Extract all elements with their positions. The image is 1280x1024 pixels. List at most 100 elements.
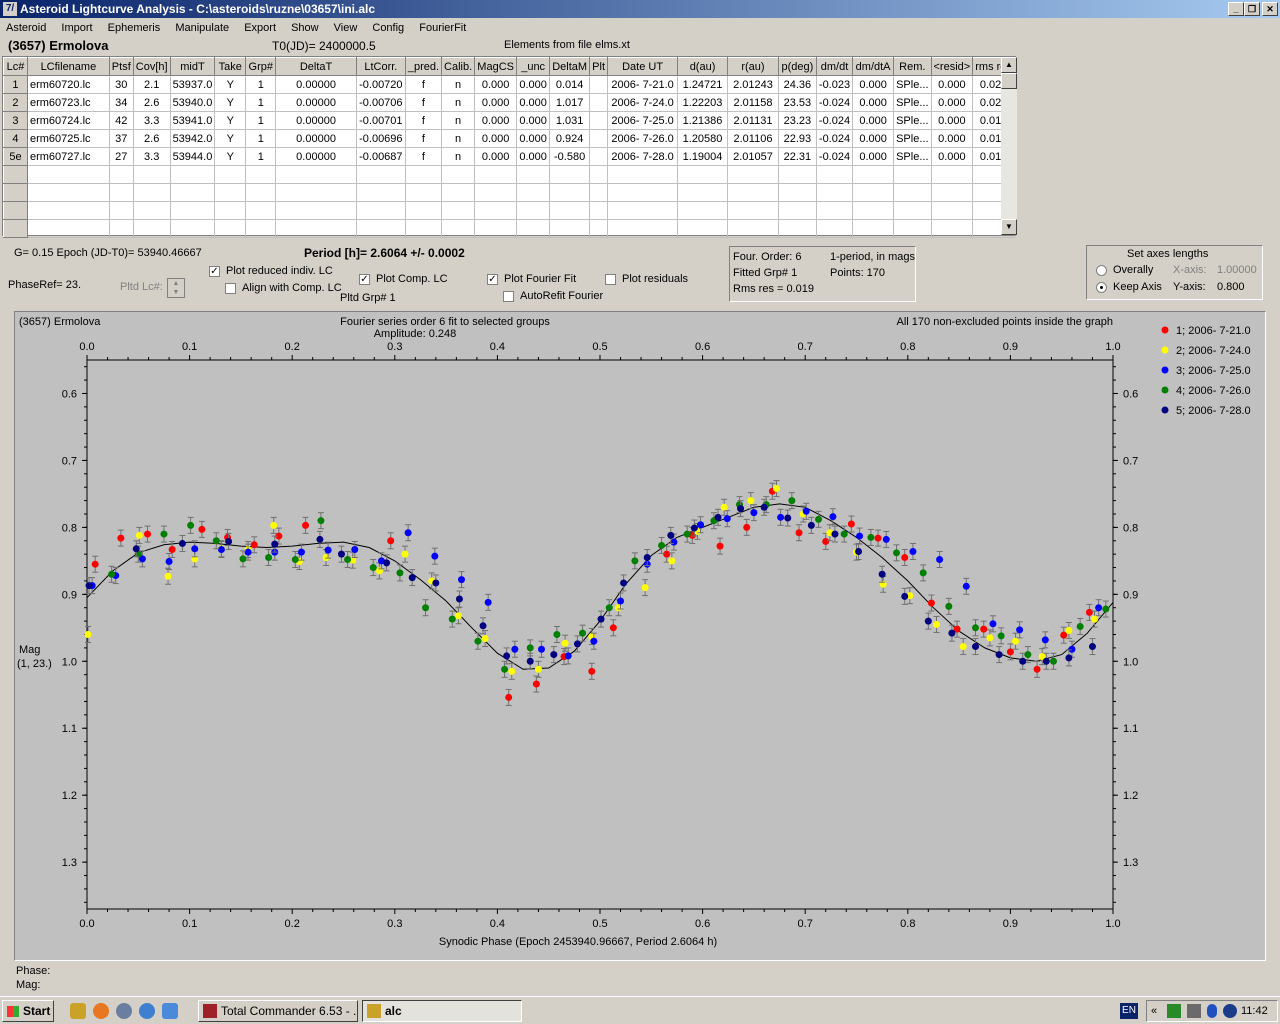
table-cell[interactable]: 0.00000 xyxy=(275,111,357,130)
table-cell[interactable]: 53941.0 xyxy=(169,111,216,130)
table-cell[interactable] xyxy=(355,201,406,220)
table-cell[interactable] xyxy=(727,165,779,184)
table-cell[interactable]: Y xyxy=(214,129,247,148)
pltd-lc-spinner[interactable]: ▲ ▼ xyxy=(167,278,185,298)
table-cell[interactable]: 4 xyxy=(3,129,28,148)
table-cell[interactable]: 23.53 xyxy=(777,93,817,112)
table-row[interactable]: 4 erm60725.lc 37 2.6 53942.0 Y 1 0.00000 -0.0069… xyxy=(3,129,1015,148)
table-cell[interactable]: 0.000 xyxy=(852,93,895,112)
table-cell[interactable] xyxy=(727,201,779,220)
table-cell[interactable] xyxy=(727,219,779,238)
table-cell[interactable]: 0.000 xyxy=(930,93,974,112)
lightcurve-plot[interactable]: 0.0 0.0 0.1 0.1 0.2 0.2 0.3 0.3 0.4 0.4 0.5 0.5 0.6 0… xyxy=(14,311,1266,961)
table-cell[interactable]: SPle... xyxy=(893,129,932,148)
table-cell[interactable]: SPle... xyxy=(893,93,932,112)
table-cell[interactable]: 2.6 xyxy=(132,93,171,112)
menu-config[interactable]: Config xyxy=(366,19,410,37)
table-cell[interactable] xyxy=(516,165,551,184)
table-cell[interactable]: 3.3 xyxy=(132,147,171,166)
maximize-button[interactable]: ❐ xyxy=(1244,2,1260,16)
table-cell[interactable] xyxy=(108,183,134,202)
table-cell[interactable]: 53937.0 xyxy=(169,75,216,94)
table-cell[interactable] xyxy=(930,165,974,184)
table-cell[interactable] xyxy=(607,201,679,220)
table-cell[interactable]: 0.000 xyxy=(930,147,974,166)
table-cell[interactable]: 0.000 xyxy=(930,129,974,148)
column-header[interactable]: MagCS xyxy=(474,57,518,76)
table-cell[interactable] xyxy=(26,219,110,238)
table-cell[interactable] xyxy=(852,201,895,220)
table-cell[interactable] xyxy=(404,183,443,202)
column-header[interactable]: dm/dt xyxy=(815,57,854,76)
table-cell[interactable]: 0.000 xyxy=(930,75,974,94)
table-cell[interactable]: 24.36 xyxy=(777,75,817,94)
menu-view[interactable]: View xyxy=(328,19,364,37)
table-cell[interactable] xyxy=(589,183,609,202)
firefox-icon[interactable] xyxy=(93,1003,109,1019)
thunderbird-icon[interactable] xyxy=(116,1003,132,1019)
table-cell[interactable]: -0.00687 xyxy=(355,147,406,166)
table-cell[interactable]: 2 xyxy=(3,93,28,112)
table-cell[interactable] xyxy=(245,183,277,202)
table-cell[interactable] xyxy=(108,219,134,238)
tray-bluetooth-icon[interactable] xyxy=(1207,1004,1217,1018)
table-cell[interactable] xyxy=(275,201,357,220)
tray-network-icon[interactable] xyxy=(1167,1004,1181,1018)
table-cell[interactable] xyxy=(930,219,974,238)
table-cell[interactable] xyxy=(214,183,247,202)
table-cell[interactable]: erm60720.lc xyxy=(26,75,110,94)
table-row[interactable] xyxy=(3,201,1015,220)
table-cell[interactable]: 34 xyxy=(108,93,134,112)
table-cell[interactable]: -0.580 xyxy=(549,147,591,166)
table-cell[interactable]: 2.6 xyxy=(132,129,171,148)
table-cell[interactable] xyxy=(516,183,551,202)
table-cell[interactable]: 2.01131 xyxy=(727,111,779,130)
column-header[interactable]: LtCorr. xyxy=(355,57,406,76)
table-cell[interactable] xyxy=(516,201,551,220)
table-cell[interactable]: 0.00000 xyxy=(275,75,357,94)
column-header[interactable]: r(au) xyxy=(727,57,779,76)
plot-reduced-checkbox[interactable]: ✓ xyxy=(209,266,220,277)
table-cell[interactable]: 1.19004 xyxy=(677,147,728,166)
table-cell[interactable] xyxy=(108,201,134,220)
table-cell[interactable]: 1.22203 xyxy=(677,93,728,112)
column-header[interactable]: _unc xyxy=(516,57,551,76)
table-cell[interactable]: 0.000 xyxy=(852,75,895,94)
close-button[interactable]: ✕ xyxy=(1262,2,1278,16)
menu-export[interactable]: Export xyxy=(238,19,282,37)
table-cell[interactable]: 0.000 xyxy=(516,111,551,130)
table-cell[interactable] xyxy=(852,165,895,184)
table-cell[interactable] xyxy=(245,219,277,238)
table-cell[interactable]: Y xyxy=(214,93,247,112)
table-cell[interactable] xyxy=(727,183,779,202)
table-cell[interactable]: n xyxy=(441,147,476,166)
table-cell[interactable] xyxy=(169,219,216,238)
column-header[interactable]: d(au) xyxy=(677,57,728,76)
table-cell[interactable] xyxy=(549,201,591,220)
table-cell[interactable]: 0.00000 xyxy=(275,129,357,148)
autorefit-checkbox[interactable] xyxy=(503,291,514,302)
table-cell[interactable]: erm60723.lc xyxy=(26,93,110,112)
table-cell[interactable] xyxy=(777,201,817,220)
table-cell[interactable] xyxy=(3,219,28,238)
table-row[interactable]: 1 erm60720.lc 30 2.1 53937.0 Y 1 0.00000 -0.0072… xyxy=(3,75,1015,94)
table-cell[interactable] xyxy=(275,219,357,238)
table-cell[interactable] xyxy=(441,201,476,220)
table-cell[interactable]: 2006- 7-24.0 xyxy=(607,93,679,112)
table-cell[interactable] xyxy=(169,165,216,184)
table-cell[interactable]: 37 xyxy=(108,129,134,148)
table-cell[interactable]: -0.024 xyxy=(815,147,854,166)
lightcurve-chart[interactable]: 0.0 0.0 0.1 0.1 0.2 0.2 0.3 0.3 0.4 0.4 0.5 0.5 0.6 0… xyxy=(15,312,1265,960)
table-row[interactable]: 2 erm60723.lc 34 2.6 53940.0 Y 1 0.00000 -0.0070… xyxy=(3,93,1015,112)
column-header[interactable]: Take xyxy=(214,57,247,76)
table-cell[interactable]: -0.00696 xyxy=(355,129,406,148)
table-cell[interactable]: 2006- 7-21.0 xyxy=(607,75,679,94)
table-cell[interactable]: -0.023 xyxy=(815,75,854,94)
table-cell[interactable] xyxy=(549,165,591,184)
table-cell[interactable]: 0.014 xyxy=(549,75,591,94)
table-cell[interactable]: 1 xyxy=(245,111,277,130)
table-cell[interactable]: n xyxy=(441,111,476,130)
table-cell[interactable] xyxy=(815,219,854,238)
table-cell[interactable]: 2006- 7-25.0 xyxy=(607,111,679,130)
table-cell[interactable]: Y xyxy=(214,147,247,166)
